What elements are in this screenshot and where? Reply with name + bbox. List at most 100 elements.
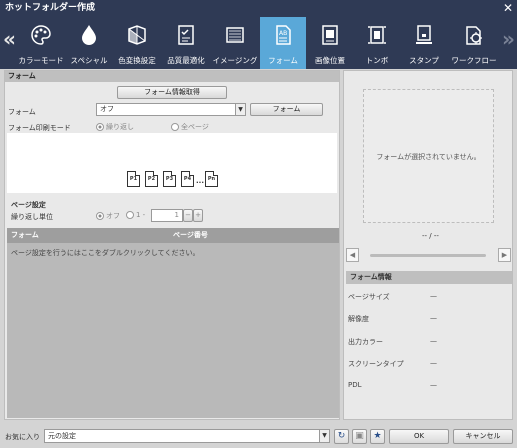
info-label-resolution: 解像度 (348, 315, 369, 323)
palette-icon (31, 25, 51, 45)
info-value-resolution: — (430, 314, 437, 322)
page-slider[interactable] (370, 254, 486, 257)
form-page-table[interactable]: ページ設定を行うにはここをダブルクリックしてください。 (7, 243, 339, 418)
form-section-header: フォーム (5, 71, 339, 82)
info-value-page-size: — (430, 292, 437, 300)
repeat-off-radio[interactable]: オフ (96, 211, 120, 221)
scroll-left-icon[interactable]: « (3, 27, 16, 51)
tab-label: イメージング (212, 56, 258, 65)
info-label-screen-type: スクリーンタイプ (348, 360, 404, 368)
favorites-label: お気に入り (5, 433, 40, 441)
scroll-right-icon[interactable]: » (502, 27, 515, 51)
svg-text:AB: AB (279, 30, 287, 37)
tab-form[interactable]: AB フォーム (260, 17, 306, 69)
save-icon[interactable]: ▣ (352, 429, 367, 444)
form-button[interactable]: フォーム (250, 103, 323, 116)
tab-stamp[interactable]: スタンプ (400, 17, 448, 69)
get-form-info-button[interactable]: フォーム情報取得 (117, 86, 227, 99)
repeat-unit-label: 繰り返し単位 (11, 213, 53, 221)
stamp-icon (416, 25, 432, 44)
toolbar: « カラーモード スペシャル 色変換設定 品質最適化 イメージング AB フォー… (0, 17, 517, 69)
page-sequence-preview: P1 P2 P3 P4 ... Pn (7, 133, 337, 193)
tab-label: スタンプ (409, 56, 439, 65)
page-icon: P2 (145, 171, 158, 187)
window-title: ホットフォルダー作成 (5, 3, 96, 13)
column-form: フォーム (11, 231, 39, 239)
page-indicator: -- / -- (422, 232, 439, 240)
info-label-page-size: ページサイズ (348, 293, 390, 301)
tab-label: 品質最適化 (167, 56, 205, 65)
quality-check-icon (178, 25, 194, 45)
mode-all-pages-radio[interactable]: 全ページ (171, 122, 209, 132)
cancel-button[interactable]: キャンセル (453, 429, 513, 444)
info-value-screen-type: — (430, 359, 437, 367)
form-label: フォーム (8, 108, 36, 116)
form-settings-panel: フォーム フォーム情報取得 フォーム オフ ▼ フォーム フォーム印刷モード 繰… (4, 70, 340, 420)
no-form-message: フォームが選択されていません。 (376, 153, 481, 161)
window-title-bar: ホットフォルダー作成 ✕ (0, 0, 517, 17)
form-icon: AB (276, 25, 291, 45)
preview-panel: フォームが選択されていません。 -- / -- ◀ ▶ フォーム情報 ページサイ… (343, 70, 513, 420)
repeat-value: 1 (174, 211, 179, 219)
repeat-one-radio[interactable]: 1 - (126, 211, 145, 219)
info-label-output-color: 出力カラー (348, 338, 383, 346)
tab-workflow[interactable]: ワークフロー (448, 17, 500, 69)
form-info-header: フォーム情報 (346, 271, 512, 284)
repeat-value-field[interactable]: 1 (151, 209, 183, 222)
favorites-select[interactable]: 元の設定 ▼ (44, 429, 330, 443)
tab-trim-marks[interactable]: トンボ (354, 17, 400, 69)
repeat-off-label: オフ (106, 212, 120, 220)
form-select-value: オフ (100, 105, 114, 113)
chevron-down-icon: ▼ (235, 104, 245, 115)
radio-dot (96, 123, 104, 131)
radio-dot (126, 211, 134, 219)
radio-dot (96, 212, 104, 220)
mode-all-pages-label: 全ページ (181, 123, 209, 131)
decrement-button[interactable]: − (183, 209, 193, 222)
info-value-pdl: — (430, 381, 437, 389)
tab-image-position[interactable]: 画像位置 (306, 17, 354, 69)
color-convert-icon (128, 25, 146, 45)
workflow-icon (466, 26, 482, 45)
tab-color-mode[interactable]: カラーモード (16, 17, 66, 69)
page-icon: P1 (127, 171, 140, 187)
chevron-down-icon: ▼ (319, 430, 329, 442)
tab-label: フォーム (268, 56, 298, 65)
tab-special[interactable]: スペシャル (66, 17, 112, 69)
tab-imaging[interactable]: イメージング (210, 17, 260, 69)
page-icon: P3 (163, 171, 176, 187)
increment-button[interactable]: + (193, 209, 203, 222)
trim-marks-icon (368, 26, 386, 44)
info-value-output-color: — (430, 337, 437, 345)
form-select[interactable]: オフ ▼ (96, 103, 246, 116)
next-page-button[interactable]: ▶ (498, 248, 511, 262)
page-icon: P4 (181, 171, 194, 187)
tab-label: 画像位置 (315, 56, 345, 65)
favorites-value: 元の設定 (48, 432, 76, 440)
tab-label: スペシャル (70, 56, 108, 65)
tab-label: ワークフロー (451, 56, 497, 65)
tab-color-convert[interactable]: 色変換設定 (112, 17, 162, 69)
bottom-bar: お気に入り 元の設定 ▼ ↻ ▣ ★ OK キャンセル (0, 424, 517, 448)
tab-label: カラーモード (18, 56, 64, 65)
previous-page-button[interactable]: ◀ (346, 248, 359, 262)
page-settings-header: ページ設定 (11, 201, 46, 209)
ok-button[interactable]: OK (389, 429, 449, 444)
droplet-icon (82, 25, 96, 45)
tab-quality[interactable]: 品質最適化 (162, 17, 210, 69)
image-position-icon (322, 25, 338, 45)
tab-label: トンボ (365, 56, 389, 65)
table-hint: ページ設定を行うにはここをダブルクリックしてください。 (11, 249, 200, 257)
mode-repeat-radio[interactable]: 繰り返し (96, 122, 134, 132)
page-icon: Pn (205, 171, 218, 187)
form-preview-area: フォームが選択されていません。 (363, 89, 494, 223)
print-mode-label: フォーム印刷モード (8, 124, 71, 132)
tab-label: 色変換設定 (118, 56, 156, 65)
favorite-settings-icon[interactable]: ★ (370, 429, 385, 444)
refresh-icon[interactable]: ↻ (334, 429, 349, 444)
ellipsis: ... (196, 177, 204, 185)
radio-dot (171, 123, 179, 131)
close-icon[interactable]: ✕ (503, 0, 513, 17)
imaging-icon (226, 27, 244, 43)
repeat-one-label: 1 - (136, 211, 146, 219)
